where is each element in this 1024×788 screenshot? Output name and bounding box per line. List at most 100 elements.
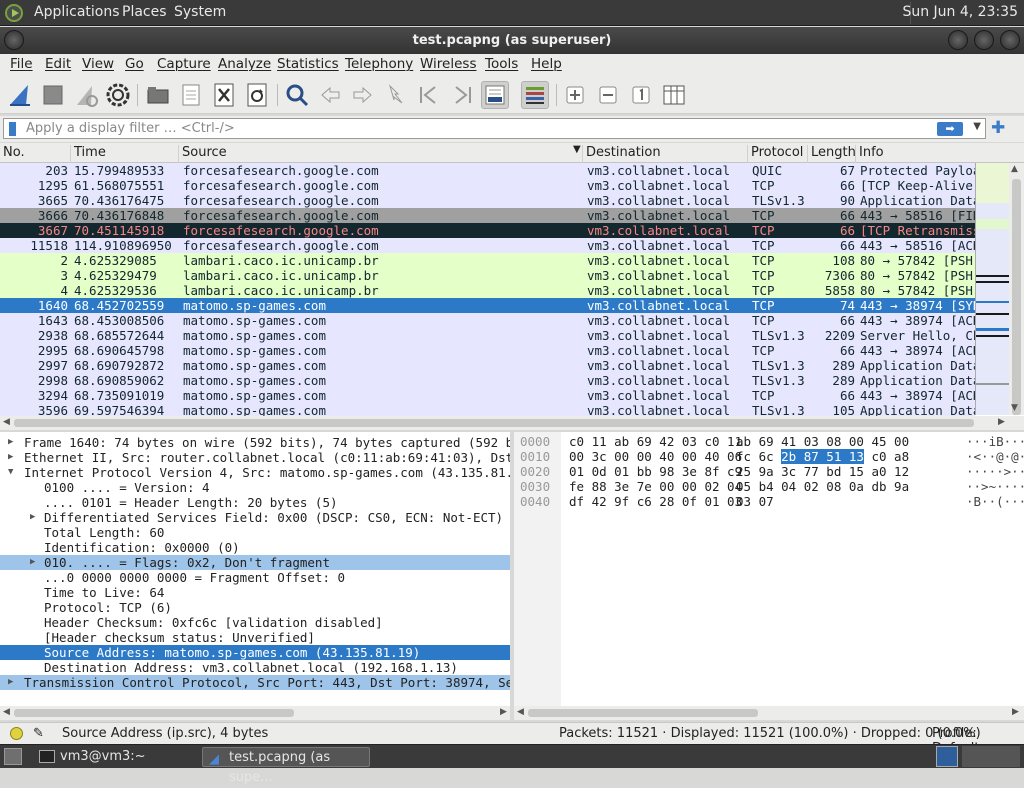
colorize-icon[interactable] xyxy=(521,81,549,109)
workspace-switcher[interactable] xyxy=(962,746,1020,767)
normal-size-icon[interactable] xyxy=(627,81,655,109)
column-length[interactable]: Length xyxy=(807,145,856,163)
stop-square-icon[interactable] xyxy=(39,81,67,109)
packet-bytes-pane[interactable]: 0000 c0 11 ab 69 42 03 c0 11 ab 69 41 03 0… xyxy=(514,432,1024,706)
packet-row[interactable]: 2998 68.690859062 matomo.sp-games.com vm3.c… xyxy=(0,373,975,388)
scroll-right-icon[interactable]: ▶ xyxy=(998,417,1005,427)
detail-row[interactable]: Total Length: 60 xyxy=(0,525,510,540)
zoom-out-icon[interactable] xyxy=(594,81,622,109)
packet-row[interactable]: 3596 69.597546394 matomo.sp-games.com vm3.c… xyxy=(0,403,975,416)
clock[interactable]: Sun Jun 4, 23:35 xyxy=(902,4,1018,20)
hex-row[interactable]: 0000 c0 11 ab 69 42 03 c0 11 ab 69 41 03 0… xyxy=(514,434,1024,449)
menu-tools[interactable]: Tools xyxy=(485,56,518,72)
detail-row[interactable]: ▶ Frame 1640: 74 bytes on wire (592 bits)… xyxy=(0,435,510,450)
maximize-icon[interactable] xyxy=(974,30,994,50)
packet-row[interactable]: 2997 68.690792872 matomo.sp-games.com vm3.c… xyxy=(0,358,975,373)
detail-row[interactable]: Identification: 0x0000 (0) xyxy=(0,540,510,555)
column-destination[interactable]: Destination xyxy=(582,145,747,163)
menu-telephony[interactable]: Telephony xyxy=(345,56,413,72)
bytes-hscroll[interactable]: ◀ ▶ xyxy=(514,706,1024,720)
column-protocol[interactable]: Protocol xyxy=(747,145,807,163)
restart-capture-icon[interactable] xyxy=(72,81,100,109)
scroll-right-icon[interactable]: ▶ xyxy=(500,707,507,717)
menu-wireless[interactable]: Wireless xyxy=(420,56,477,72)
hex-row[interactable]: 0030 fe 88 3e 7e 00 00 02 04 05 b4 04 02 0… xyxy=(514,479,1024,494)
column-time[interactable]: Time xyxy=(70,145,178,163)
go-forward-icon[interactable] xyxy=(349,81,377,109)
packet-row[interactable]: 3 4.625329479 lambari.caco.ic.unicamp.br vm… xyxy=(0,268,975,283)
menu-help[interactable]: Help xyxy=(531,56,562,72)
menu-file[interactable]: File xyxy=(10,56,33,72)
show-desktop-icon[interactable] xyxy=(4,748,22,765)
save-file-icon[interactable] xyxy=(177,81,205,109)
packet-row[interactable]: 2 4.625329085 lambari.caco.ic.unicamp.br vm… xyxy=(0,253,975,268)
minimize-icon[interactable] xyxy=(948,30,968,50)
menu-go[interactable]: Go xyxy=(125,56,144,72)
search-icon[interactable] xyxy=(283,81,311,109)
packet-row[interactable]: 1640 68.452702559 matomo.sp-games.com vm3.c… xyxy=(0,298,975,313)
packet-row[interactable]: 3665 70.436176475 forcesafesearch.google.c… xyxy=(0,193,975,208)
packet-list[interactable]: No. Time Source ▼ Destination Protocol L… xyxy=(0,143,1024,416)
expert-info-icon[interactable] xyxy=(10,727,23,740)
column-no[interactable]: No. xyxy=(0,145,70,163)
packet-row[interactable]: 3667 70.451145918 forcesafesearch.google.c… xyxy=(0,223,975,238)
hex-row[interactable]: 0010 00 3c 00 00 40 00 40 06 fc 6c 2b 87 5… xyxy=(514,449,1024,464)
expand-arrow-icon[interactable]: ▶ xyxy=(8,675,13,690)
packet-row[interactable]: 3294 68.735091019 matomo.sp-games.com vm3.c… xyxy=(0,388,975,403)
packet-row[interactable]: 4 4.625329536 lambari.caco.ic.unicamp.br vm… xyxy=(0,283,975,298)
display-filter-input[interactable]: Apply a display filter … <Ctrl-/> ➡ ▼ xyxy=(3,118,986,139)
packet-row[interactable]: 11518 114.910896950 forcesafesearch.google… xyxy=(0,238,975,253)
packet-list-vscroll[interactable]: ▲ ▼ xyxy=(1009,163,1024,415)
column-info[interactable]: Info xyxy=(855,145,975,163)
first-packet-icon[interactable] xyxy=(415,81,443,109)
scroll-down-icon[interactable]: ▼ xyxy=(1011,403,1018,413)
detail-row[interactable]: ▶ 010. .... = Flags: 0x2, Don't fragment xyxy=(0,555,510,570)
system-menu[interactable]: System xyxy=(174,4,226,20)
shark-fin-start-icon[interactable] xyxy=(6,81,34,109)
detail-row[interactable]: Header Checksum: 0xfc6c [validation disa… xyxy=(0,615,510,630)
scrollbar-thumb[interactable] xyxy=(1012,179,1021,415)
detail-row[interactable]: 0100 .... = Version: 4 xyxy=(0,480,510,495)
expand-arrow-icon[interactable]: ▶ xyxy=(30,555,35,570)
last-packet-icon[interactable] xyxy=(448,81,476,109)
expand-arrow-icon[interactable]: ▶ xyxy=(8,435,13,450)
expand-arrow-icon[interactable]: ▶ xyxy=(8,450,13,465)
resize-columns-icon[interactable] xyxy=(660,81,688,109)
workspace-wireshark-icon[interactable] xyxy=(936,746,958,767)
detail-row[interactable]: Protocol: TCP (6) xyxy=(0,600,510,615)
hscroll-thumb[interactable] xyxy=(14,419,974,427)
window-menu-icon[interactable] xyxy=(4,30,24,50)
column-source[interactable]: Source xyxy=(178,145,582,163)
detail-row[interactable]: ▶ Differentiated Services Field: 0x00 (DS… xyxy=(0,510,510,525)
hscroll-thumb[interactable] xyxy=(528,709,758,717)
task-wireshark[interactable]: ◢ test.pcapng (as supe... xyxy=(202,747,370,785)
menu-capture[interactable]: Capture xyxy=(157,56,211,72)
scroll-left-icon[interactable]: ◀ xyxy=(3,707,10,717)
scroll-up-icon[interactable]: ▲ xyxy=(1011,164,1018,174)
detail-row[interactable]: Time to Live: 64 xyxy=(0,585,510,600)
open-folder-icon[interactable] xyxy=(144,81,172,109)
packet-row[interactable]: 1643 68.453008506 matomo.sp-games.com vm3.c… xyxy=(0,313,975,328)
filter-history-dropdown-icon[interactable]: ▼ xyxy=(973,121,981,132)
detail-row[interactable]: ▼ Internet Protocol Version 4, Src: matom… xyxy=(0,465,510,480)
menu-edit[interactable]: Edit xyxy=(45,56,71,72)
go-back-icon[interactable] xyxy=(316,81,344,109)
packet-row[interactable]: 2938 68.685572644 matomo.sp-games.com vm3.c… xyxy=(0,328,975,343)
go-to-packet-icon[interactable] xyxy=(382,81,410,109)
applications-menu[interactable]: Applications xyxy=(34,4,120,20)
detail-row[interactable]: .... 0101 = Header Length: 20 bytes (5) xyxy=(0,495,510,510)
hex-row[interactable]: 0020 01 0d 01 bb 98 3e 8f c9 25 9a 3c 77 b… xyxy=(514,464,1024,479)
packet-row[interactable]: 3666 70.436176848 forcesafesearch.google.c… xyxy=(0,208,975,223)
add-filter-button-icon[interactable]: ✚ xyxy=(991,118,1005,138)
bookmark-icon[interactable] xyxy=(9,122,16,136)
packet-row[interactable]: 1295 61.568075551 forcesafesearch.google.c… xyxy=(0,178,975,193)
detail-row[interactable]: ▶ Ethernet II, Src: router.collabnet.loca… xyxy=(0,450,510,465)
details-hscroll[interactable]: ◀ ▶ xyxy=(0,706,510,720)
capture-options-gear-icon[interactable] xyxy=(104,81,132,109)
menu-view[interactable]: View xyxy=(82,56,114,72)
menu-analyze[interactable]: Analyze xyxy=(218,56,271,72)
packet-details-pane[interactable]: ▶ Frame 1640: 74 bytes on wire (592 bits)… xyxy=(0,432,510,706)
reload-file-icon[interactable] xyxy=(243,81,271,109)
close-icon[interactable] xyxy=(1000,30,1020,50)
packet-row[interactable]: 203 15.799489533 forcesafesearch.google.co… xyxy=(0,163,975,178)
